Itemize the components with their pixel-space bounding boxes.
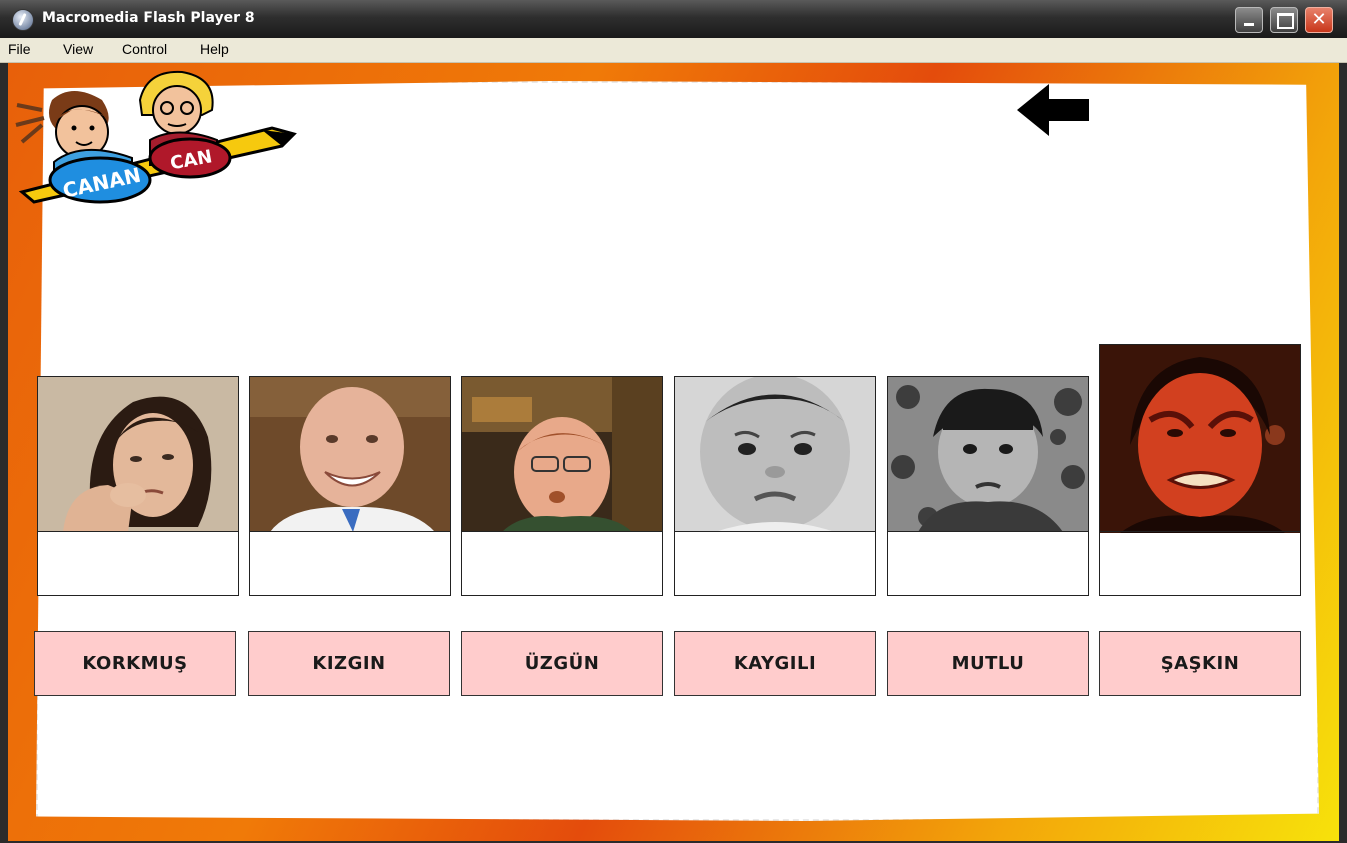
menu-control[interactable]: Control — [122, 41, 167, 57]
minimize-button[interactable] — [1235, 7, 1263, 33]
answer-slot-3[interactable] — [462, 531, 662, 595]
photo-man-angry-red — [1100, 345, 1300, 533]
window-title: Macromedia Flash Player 8 — [42, 10, 255, 26]
maximize-button[interactable] — [1270, 7, 1298, 33]
photo-bald-man-smiling — [250, 377, 450, 532]
answer-slot-1[interactable] — [38, 531, 238, 595]
canan-can-logo: CANAN CAN — [15, 70, 297, 204]
word-button-korkmus[interactable]: KORKMUŞ — [34, 631, 236, 696]
menu-view[interactable]: View — [63, 41, 93, 57]
photo-card-1[interactable] — [37, 376, 239, 596]
photo-card-6[interactable] — [1099, 344, 1301, 596]
close-icon: ✕ — [1311, 9, 1327, 30]
photo-baby-frowning — [675, 377, 875, 532]
menu-file[interactable]: File — [8, 41, 31, 57]
answer-slot-6[interactable] — [1100, 531, 1300, 595]
menu-bar: File View Control Help — [0, 38, 1347, 63]
photo-man-glasses-sad — [462, 377, 662, 532]
photo-card-2[interactable] — [249, 376, 451, 596]
word-button-kaygili[interactable]: KAYGILI — [674, 631, 876, 696]
photo-boy-sulking — [888, 377, 1088, 532]
photo-card-4[interactable] — [674, 376, 876, 596]
word-button-saskin[interactable]: ŞAŞKIN — [1099, 631, 1301, 696]
answer-slot-5[interactable] — [888, 531, 1088, 595]
photo-card-5[interactable] — [887, 376, 1089, 596]
photo-woman-worried — [38, 377, 238, 532]
answer-slot-2[interactable] — [250, 531, 450, 595]
photo-card-3[interactable] — [461, 376, 663, 596]
close-button[interactable]: ✕ — [1305, 7, 1333, 33]
word-button-kizgin[interactable]: KIZGIN — [248, 631, 450, 696]
back-arrow-button[interactable] — [1015, 82, 1091, 140]
word-button-mutlu[interactable]: MUTLU — [887, 631, 1089, 696]
title-bar: Macromedia Flash Player 8 ✕ — [0, 0, 1347, 38]
menu-help[interactable]: Help — [200, 41, 229, 57]
flash-player-icon — [12, 9, 34, 31]
answer-slot-4[interactable] — [675, 531, 875, 595]
word-button-uzgun[interactable]: ÜZGÜN — [461, 631, 663, 696]
left-arrow-icon — [1017, 84, 1089, 136]
